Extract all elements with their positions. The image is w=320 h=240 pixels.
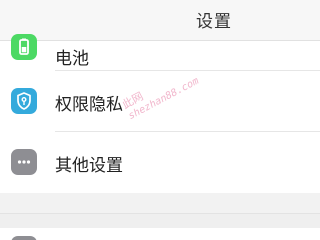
settings-item-label: 其他设置 bbox=[55, 156, 123, 176]
settings-screen: 设置 电池 权限隐私 其他设置 此网 shezhan88.com bbox=[0, 0, 320, 240]
privacy-shield-icon bbox=[11, 88, 37, 114]
battery-icon bbox=[11, 34, 37, 60]
settings-item-other[interactable]: 其他设置 bbox=[0, 132, 320, 193]
section-gap bbox=[0, 213, 320, 228]
settings-item-label: 电池 bbox=[55, 49, 89, 69]
header-bar: 设置 bbox=[0, 0, 320, 40]
settings-item-battery[interactable]: 电池 bbox=[0, 34, 320, 71]
partial-icon bbox=[11, 236, 37, 240]
settings-item-partial[interactable] bbox=[0, 228, 320, 240]
settings-item-label: 权限隐私 bbox=[55, 95, 123, 115]
settings-list: 电池 权限隐私 其他设置 bbox=[0, 34, 320, 193]
more-icon bbox=[11, 149, 37, 175]
page-title: 设置 bbox=[196, 12, 232, 32]
